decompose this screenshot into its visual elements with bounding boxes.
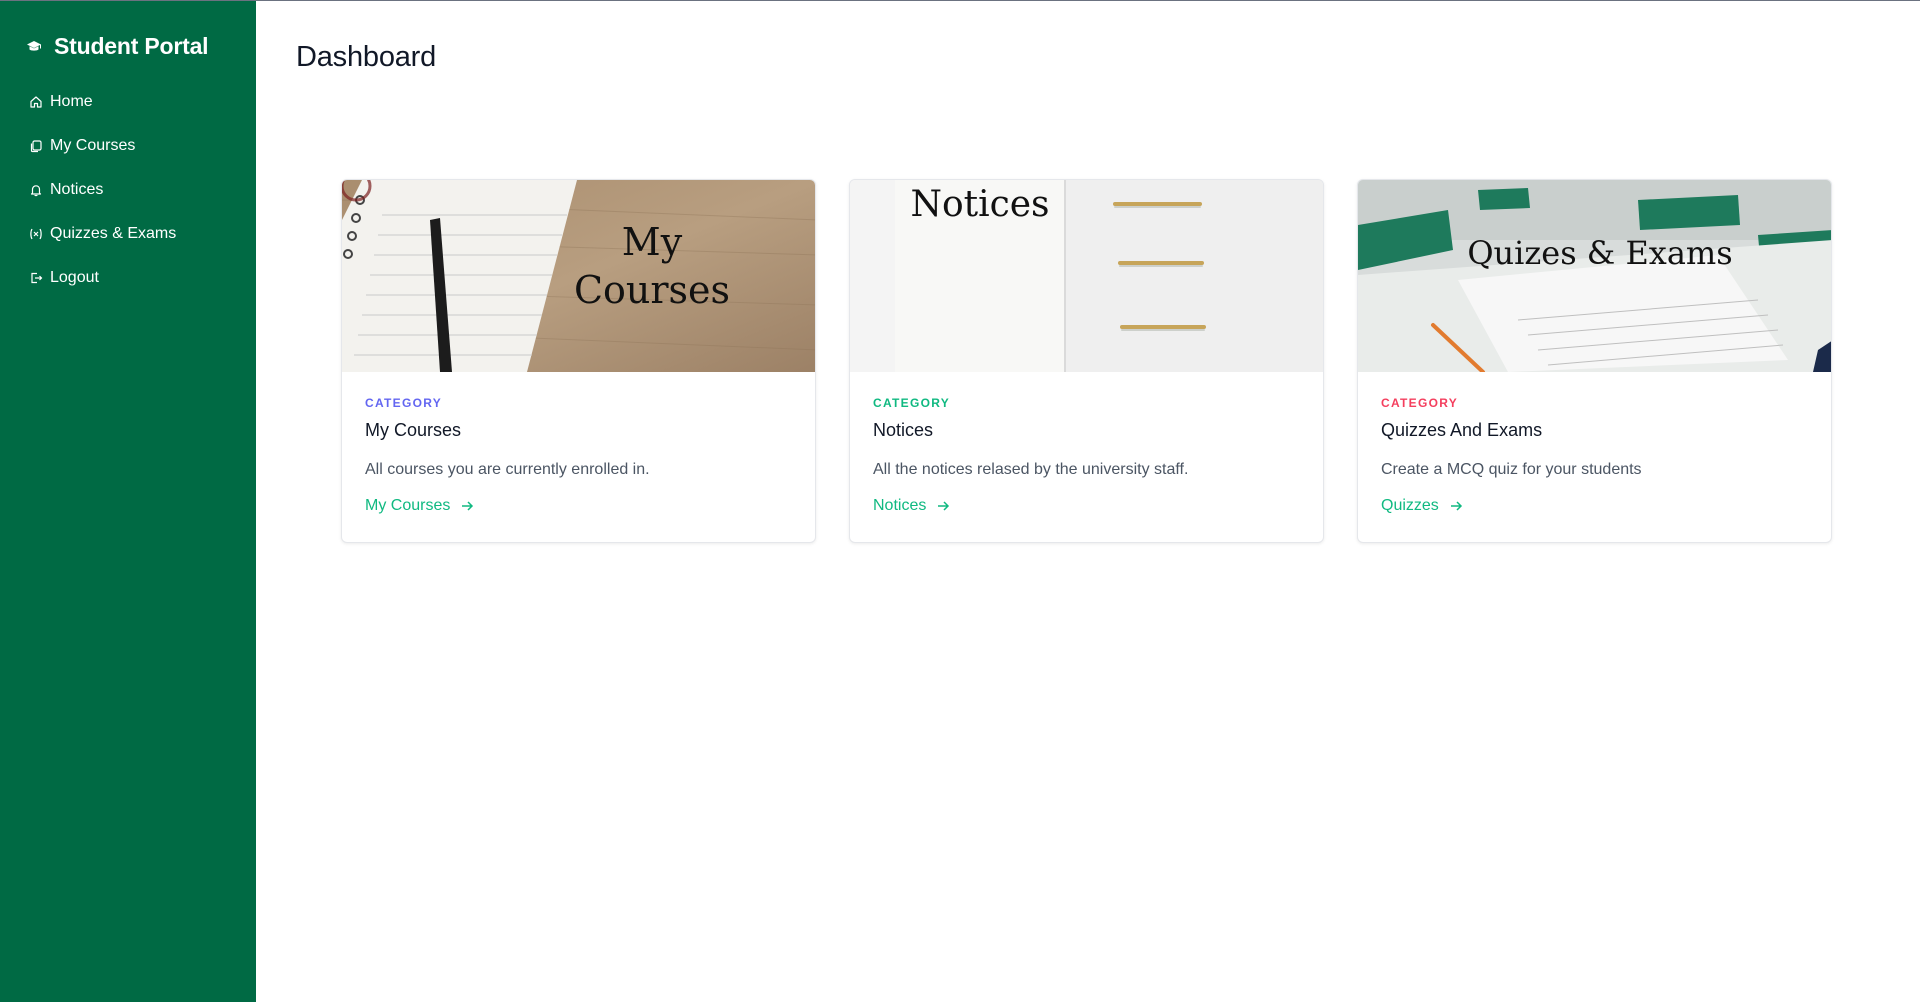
page-title: Dashboard — [296, 41, 437, 73]
card-link-quizzes[interactable]: Quizzes — [1381, 497, 1463, 515]
card-quizzes: Quizes & Exams CATEGORY Quizzes And Exam… — [1357, 179, 1832, 543]
sidebar-item-label: Home — [50, 93, 93, 110]
card-my-courses: My Courses CATEGORY My Courses All cours… — [341, 179, 816, 543]
sidebar-item-logout[interactable]: Logout — [26, 256, 232, 300]
copy-icon — [29, 139, 43, 153]
card-link-label: Quizzes — [1381, 497, 1439, 514]
sidebar-item-label: Quizzes & Exams — [50, 225, 177, 242]
card-image-exam-desk: Quizes & Exams — [1358, 180, 1831, 372]
image-caption: Courses — [574, 268, 730, 312]
main-content: Dashboard My Courses CATEGORY My Courses… — [256, 1, 1920, 1002]
arrow-right-icon — [938, 501, 950, 511]
card-category: CATEGORY — [1381, 396, 1459, 410]
card-image-notepaper: Notices — [850, 180, 1323, 372]
card-notices: Notices CATEGORY Notices All the notices… — [849, 179, 1324, 543]
arrow-right-icon — [1450, 501, 1462, 511]
card-body: CATEGORY Quizzes And Exams Create a MCQ … — [1358, 372, 1831, 515]
sidebar: Student Portal Home My Courses Notices Q… — [0, 1, 256, 1002]
sidebar-item-label: My Courses — [50, 137, 136, 154]
card-title: Quizzes And Exams — [1381, 420, 1543, 440]
brand-title: Student Portal — [54, 33, 209, 59]
sidebar-item-notices[interactable]: Notices — [26, 168, 232, 212]
logout-icon — [29, 271, 43, 285]
variable-icon — [29, 227, 43, 241]
sidebar-item-home[interactable]: Home — [26, 80, 232, 124]
card-body: CATEGORY Notices All the notices relased… — [850, 372, 1323, 515]
card-title: My Courses — [365, 420, 462, 440]
sidebar-item-quizzes-exams[interactable]: Quizzes & Exams — [26, 212, 232, 256]
card-category: CATEGORY — [365, 396, 443, 410]
card-description: All the notices relased by the universit… — [873, 461, 1189, 478]
card-body: CATEGORY My Courses All courses you are … — [342, 372, 815, 515]
card-description: All courses you are currently enrolled i… — [365, 461, 650, 478]
card-link-label: My Courses — [365, 497, 451, 514]
image-caption: My — [622, 220, 683, 264]
arrow-right-icon — [462, 501, 474, 511]
image-caption: Quizes & Exams — [1467, 234, 1732, 272]
home-icon — [29, 95, 43, 109]
app: Student Portal Home My Courses Notices Q… — [0, 1, 1920, 1002]
card-category: CATEGORY — [873, 396, 951, 410]
image-caption: Notices — [910, 184, 1049, 225]
sidebar-item-label: Logout — [50, 269, 99, 286]
sidebar-item-label: Notices — [50, 181, 104, 198]
card-link-label: Notices — [873, 497, 927, 514]
sidebar-item-my-courses[interactable]: My Courses — [26, 124, 232, 168]
card-title: Notices — [873, 420, 934, 440]
card-image-notebook: My Courses — [342, 180, 815, 372]
card-description: Create a MCQ quiz for your students — [1381, 461, 1642, 478]
card-link-notices[interactable]: Notices — [873, 497, 950, 515]
brand[interactable]: Student Portal — [26, 33, 232, 60]
graduation-cap-icon — [26, 39, 42, 55]
card-grid: My Courses CATEGORY My Courses All cours… — [341, 179, 1832, 543]
sidebar-nav: Home My Courses Notices Quizzes & Exams — [26, 80, 232, 300]
bell-icon — [29, 183, 43, 197]
card-link-my-courses[interactable]: My Courses — [365, 497, 474, 515]
